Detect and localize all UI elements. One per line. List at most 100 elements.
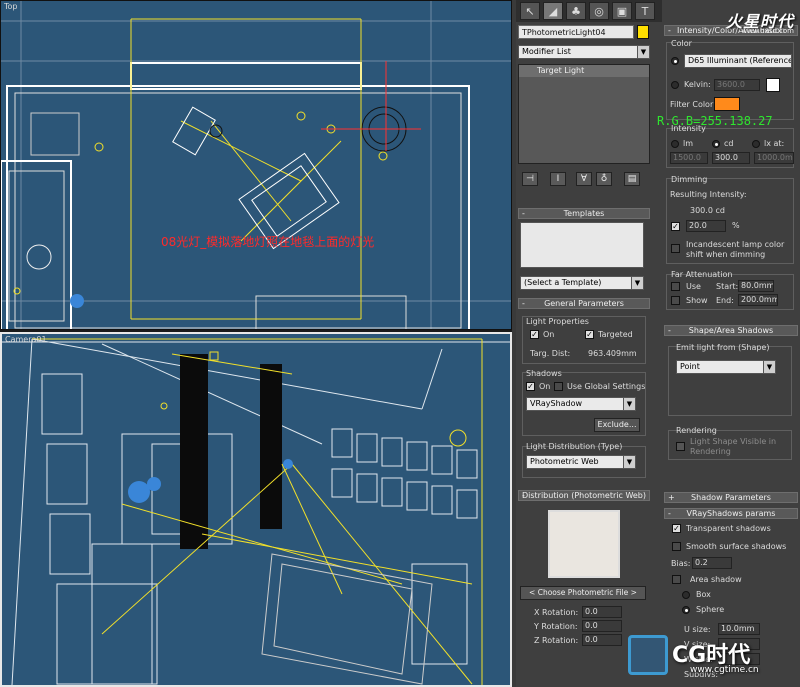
targ-dist-value[interactable]: 963.409mm — [588, 349, 637, 358]
stack-item-target-light[interactable]: Target Light — [519, 65, 649, 77]
resulting-intensity-label: Resulting Intensity: — [670, 190, 747, 199]
incandescent-checkbox[interactable] — [671, 244, 680, 253]
show-end-result-icon[interactable]: Ⅰ — [550, 172, 566, 186]
area-shadow-checkbox[interactable] — [672, 575, 681, 584]
utilities-icon[interactable]: T — [635, 2, 655, 20]
exclude-button[interactable]: Exclude... — [594, 418, 640, 432]
vray-shadows-rollout-header[interactable]: - VRayShadows params — [664, 508, 798, 519]
shape-area-header-label: Shape/Area Shadows — [688, 326, 774, 335]
create-icon[interactable]: ↖ — [520, 2, 540, 20]
template-select-label: (Select a Template) — [524, 278, 602, 287]
vray-shadows-header-label: VRayShadows params — [686, 509, 776, 518]
modifier-list-dropdown[interactable]: Modifier List ▼ — [518, 45, 650, 59]
cgtime-logo-icon — [628, 635, 668, 675]
remove-modifier-icon[interactable]: ♁ — [596, 172, 612, 186]
templates-text-area[interactable] — [520, 222, 644, 268]
dimming-checkbox[interactable]: ✓ — [671, 222, 680, 231]
distribution-rollout-header[interactable]: - Distribution (Photometric Web) — [518, 490, 650, 501]
use-global-settings-label: Use Global Settings — [567, 382, 646, 391]
color-label: Color — [671, 39, 692, 48]
x-rotation-spinner[interactable]: 0.0 — [582, 606, 622, 618]
top-view-wireframe — [1, 1, 511, 329]
configure-sets-icon[interactable]: ▤ — [624, 172, 640, 186]
sphere-radio[interactable] — [682, 606, 690, 614]
lx-at-label: lx at: — [764, 139, 785, 148]
box-radio[interactable] — [682, 591, 690, 599]
targeted-checkbox[interactable]: ✓ — [585, 330, 594, 339]
kelvin-color-swatch[interactable] — [766, 78, 780, 92]
hierarchy-icon[interactable]: ♣ — [566, 2, 586, 20]
camera-viewport[interactable]: Camera01 — [0, 332, 512, 687]
transparent-shadows-checkbox[interactable]: ✓ — [672, 524, 681, 533]
lx-at-radio[interactable] — [752, 140, 760, 148]
far-atten-start-spinner[interactable]: 80.0mm — [738, 280, 774, 292]
camera-viewport-label[interactable]: Camera01 — [5, 335, 47, 344]
templates-rollout-header[interactable]: - Templates — [518, 208, 650, 219]
shadows-on-checkbox[interactable]: ✓ — [526, 382, 535, 391]
modify-icon[interactable]: ◢ — [543, 2, 563, 20]
x-rotation-label: X Rotation: — [534, 608, 579, 617]
light-annotation: 08光灯_模拟落地灯照在地毯上面的灯光 — [161, 235, 375, 249]
light-shape-visible-checkbox[interactable] — [676, 442, 685, 451]
u-size-spinner[interactable]: 10.0mm — [718, 623, 760, 635]
modifier-stack[interactable]: Target Light — [518, 64, 650, 164]
pin-stack-icon[interactable]: ⊣ — [522, 172, 538, 186]
display-icon[interactable]: ▣ — [612, 2, 632, 20]
bias-spinner[interactable]: 0.2 — [692, 557, 732, 569]
lm-spinner[interactable]: 1500.0 — [670, 152, 708, 164]
command-panel-tabs: ↖ ◢ ♣ ◎ ▣ T — [516, 0, 662, 22]
template-select-dropdown[interactable]: (Select a Template) ▼ — [520, 276, 644, 290]
cd-radio[interactable] — [712, 140, 720, 148]
kelvin-radio[interactable] — [671, 81, 679, 89]
far-atten-show-checkbox[interactable] — [671, 296, 680, 305]
dimming-label: Dimming — [671, 175, 708, 184]
emit-shape-dropdown[interactable]: Point ▼ — [676, 360, 776, 374]
make-unique-icon[interactable]: ∀ — [576, 172, 592, 186]
kelvin-label: Kelvin: — [684, 80, 711, 89]
dimming-percent-spinner[interactable]: 20.0 — [686, 220, 726, 232]
motion-icon[interactable]: ◎ — [589, 2, 609, 20]
shape-area-rollout-header[interactable]: - Shape/Area Shadows — [664, 325, 798, 336]
shadows-label: Shadows — [526, 369, 562, 378]
incandescent-label: Incandescent lamp color shift when dimmi… — [686, 240, 785, 259]
kelvin-spinner[interactable]: 3600.0 — [714, 79, 760, 91]
illuminant-value: D65 Illuminant (Reference — [688, 56, 792, 65]
cd-label: cd — [724, 139, 734, 148]
camera-view-wireframe — [2, 338, 510, 685]
z-rotation-spinner[interactable]: 0.0 — [582, 634, 622, 646]
shadow-type-dropdown[interactable]: VRayShadow ▼ — [526, 397, 636, 411]
y-rotation-spinner[interactable]: 0.0 — [582, 620, 622, 632]
far-atten-end-spinner[interactable]: 200.0mm — [738, 294, 778, 306]
smooth-surface-shadows-checkbox[interactable] — [672, 542, 681, 551]
general-parameters-rollout-header[interactable]: - General Parameters — [518, 298, 650, 309]
percent-sign: % — [732, 221, 740, 230]
lx-spinner[interactable]: 1000.0mm — [754, 152, 794, 164]
shadows-on-label: On — [539, 382, 551, 391]
chevron-down-icon: ▼ — [763, 361, 775, 373]
light-on-label: On — [543, 330, 555, 339]
bias-label: Bias: — [671, 559, 691, 568]
object-name-field[interactable]: TPhotometricLight04 — [518, 25, 634, 39]
lm-radio[interactable] — [671, 140, 679, 148]
object-color-swatch[interactable] — [637, 25, 649, 39]
shadow-parameters-rollout-header[interactable]: + Shadow Parameters — [664, 492, 798, 503]
illuminant-radio[interactable] — [671, 57, 679, 65]
smooth-surface-shadows-label: Smooth surface shadows — [686, 542, 787, 551]
light-on-checkbox[interactable]: ✓ — [530, 330, 539, 339]
illuminant-dropdown[interactable]: D65 Illuminant (Reference — [684, 54, 792, 68]
cd-spinner[interactable]: 300.0 — [712, 152, 750, 164]
far-atten-use-checkbox[interactable] — [671, 282, 680, 291]
targ-dist-label: Targ. Dist: — [530, 349, 571, 358]
area-shadow-label: Area shadow — [690, 575, 742, 584]
transparent-shadows-label: Transparent shadows — [686, 524, 771, 533]
top-viewport[interactable]: Top 08光灯_模拟落地灯照在地毯上面的灯光 — [0, 0, 512, 330]
use-global-settings-checkbox[interactable] — [554, 382, 563, 391]
filter-color-swatch[interactable] — [714, 97, 740, 111]
light-distribution-dropdown[interactable]: Photometric Web ▼ — [526, 455, 636, 469]
top-viewport-label[interactable]: Top — [4, 2, 18, 11]
lm-label: lm — [683, 139, 694, 148]
sphere-label: Sphere — [696, 605, 725, 614]
choose-photometric-file-button[interactable]: < Choose Photometric File > — [520, 586, 646, 600]
rgb-annotation: R.G.B=255.138.27 — [657, 114, 773, 128]
command-panel-left: ↖ ◢ ♣ ◎ ▣ T TPhotometricLight04 Modifier… — [516, 0, 662, 687]
